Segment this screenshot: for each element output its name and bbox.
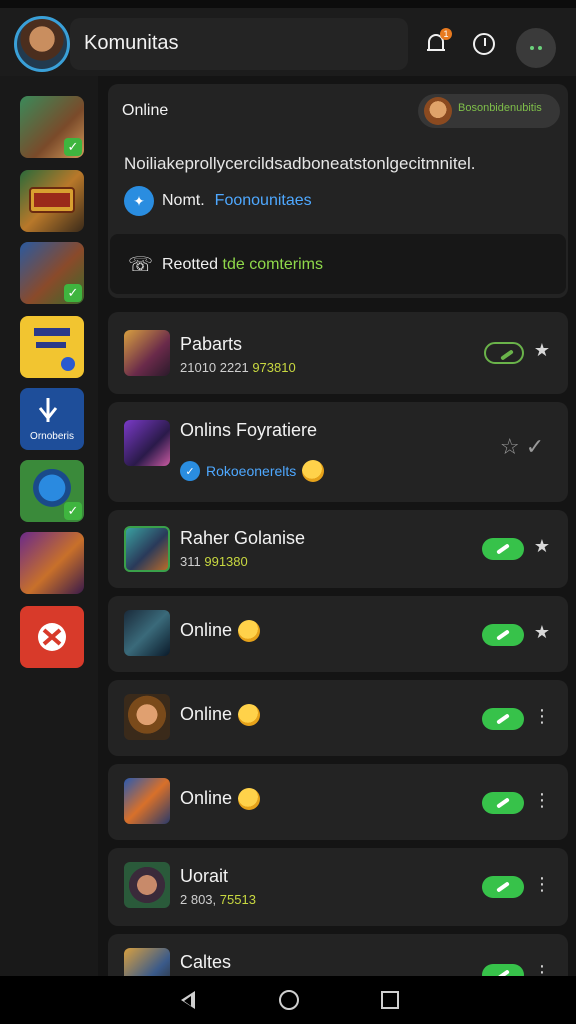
rail-item-red-emblem[interactable]	[20, 606, 84, 668]
rail-item-yellow-card[interactable]	[20, 316, 84, 378]
list-item[interactable]: Raher Golanise 311 991380 ★	[108, 510, 568, 588]
list-item[interactable]: Online ★	[108, 596, 568, 672]
star-check-icons[interactable]: ☆ ✓	[492, 434, 552, 460]
more-vertical-icon[interactable]: ⋮	[532, 790, 552, 811]
chip-avatar	[424, 97, 452, 125]
star-icon[interactable]: ★	[532, 340, 552, 361]
game-thumbnail	[124, 420, 170, 466]
rail-item-blue-logo[interactable]: Ornoberis	[20, 388, 84, 450]
star-icon[interactable]: ★	[532, 622, 552, 643]
game-thumbnail	[124, 862, 170, 908]
game-thumbnail	[124, 694, 170, 740]
follow-toggle[interactable]	[484, 342, 524, 364]
top-app-bar: Komunitas 1	[0, 0, 576, 76]
rail-item-blue-creature[interactable]: ✓	[20, 460, 84, 522]
more-vertical-icon[interactable]: ⋮	[532, 706, 552, 727]
back-icon[interactable]	[176, 988, 200, 1012]
item-badge-text: Rokoeonerelts	[206, 463, 297, 479]
game-thumbnail	[124, 778, 170, 824]
history-clock-icon[interactable]	[468, 28, 500, 60]
rail-item-purple-knight[interactable]	[20, 532, 84, 594]
system-navigation-bar	[0, 976, 576, 1024]
notification-badge: 1	[440, 28, 452, 40]
item-name: Caltes	[180, 952, 232, 972]
list-item[interactable]: Onlins Foyratiere ✓ Rokoeonerelts ☆ ✓	[108, 402, 568, 502]
list-item[interactable]: Uorait 2 803, 75513 ⋮	[108, 848, 568, 926]
smile-emoji-icon	[302, 460, 325, 482]
home-icon[interactable]	[277, 988, 301, 1012]
list-item[interactable]: Online ⋮	[108, 764, 568, 840]
follow-toggle[interactable]	[482, 708, 524, 730]
section-title: Online	[122, 102, 169, 119]
list-item[interactable]: Pabarts 21010 2221 973810 ★	[108, 312, 568, 394]
community-link[interactable]: ✦ Nomt. Foonounitaes	[124, 186, 312, 216]
page-title: Komunitas	[84, 32, 179, 54]
rail-item-tournament-banner[interactable]	[20, 170, 84, 232]
item-meta: 311 991380	[180, 554, 248, 569]
rail-item-warrior-hero[interactable]: ✓	[20, 96, 84, 158]
account-menu-button[interactable]	[516, 28, 556, 68]
item-name: Onlins Foyratiere	[180, 420, 318, 440]
star-icon[interactable]: ★	[532, 536, 552, 557]
item-name: Online	[180, 788, 261, 811]
item-name: Online	[180, 704, 261, 727]
follow-toggle[interactable]	[482, 624, 524, 646]
item-meta: 2 803, 75513	[180, 892, 256, 907]
item-meta: 21010 2221 973810	[180, 360, 296, 375]
rail-item-brawler-hero[interactable]: ✓	[20, 242, 84, 304]
section-description: Noiliakeprollycercildsadboneatstonlgecit…	[124, 154, 476, 173]
follow-toggle[interactable]	[482, 538, 524, 560]
verified-icon: ✦	[124, 186, 154, 216]
link-secondary[interactable]: Foonounitaes	[215, 192, 312, 210]
check-icon: ✓	[64, 502, 82, 520]
check-icon: ✓	[64, 284, 82, 302]
item-name: Online	[180, 620, 261, 643]
check-icon: ✓	[64, 138, 82, 156]
smile-emoji-icon	[238, 788, 261, 811]
verified-icon: ✓	[180, 461, 200, 481]
item-name: Uorait	[180, 866, 229, 886]
report-bar[interactable]: ☏ Reotted tde comterims	[110, 234, 566, 294]
game-thumbnail	[124, 610, 170, 656]
notification-bell-icon[interactable]: 1	[420, 28, 452, 60]
smile-emoji-icon	[238, 620, 261, 643]
community-rail: ✓ ✓ Ornoberis ✓	[0, 76, 98, 976]
recent-apps-icon[interactable]	[378, 988, 402, 1012]
item-name: Raher Golanise	[180, 528, 306, 548]
list-item[interactable]: Online ⋮	[108, 680, 568, 756]
item-badge-row: ✓ Rokoeonerelts	[180, 460, 325, 482]
user-chip[interactable]: Bosonbidenubitis	[418, 94, 560, 128]
chip-label: Bosonbidenubitis	[458, 102, 542, 114]
follow-toggle[interactable]	[482, 792, 524, 814]
smile-emoji-icon	[238, 704, 261, 727]
game-thumbnail	[124, 526, 170, 572]
more-vertical-icon[interactable]: ⋮	[532, 874, 552, 895]
phone-icon: ☏	[128, 254, 154, 276]
follow-toggle[interactable]	[482, 876, 524, 898]
rail-item-label: Ornoberis	[30, 431, 74, 442]
item-name: Pabarts	[180, 334, 243, 354]
profile-avatar[interactable]	[14, 16, 70, 72]
game-thumbnail	[124, 330, 170, 376]
report-text: Reotted tde comterims	[162, 256, 323, 273]
online-header-card: Online Bosonbidenubitis Noiliakeprollyce…	[108, 84, 568, 298]
link-primary: Nomt.	[162, 192, 205, 209]
